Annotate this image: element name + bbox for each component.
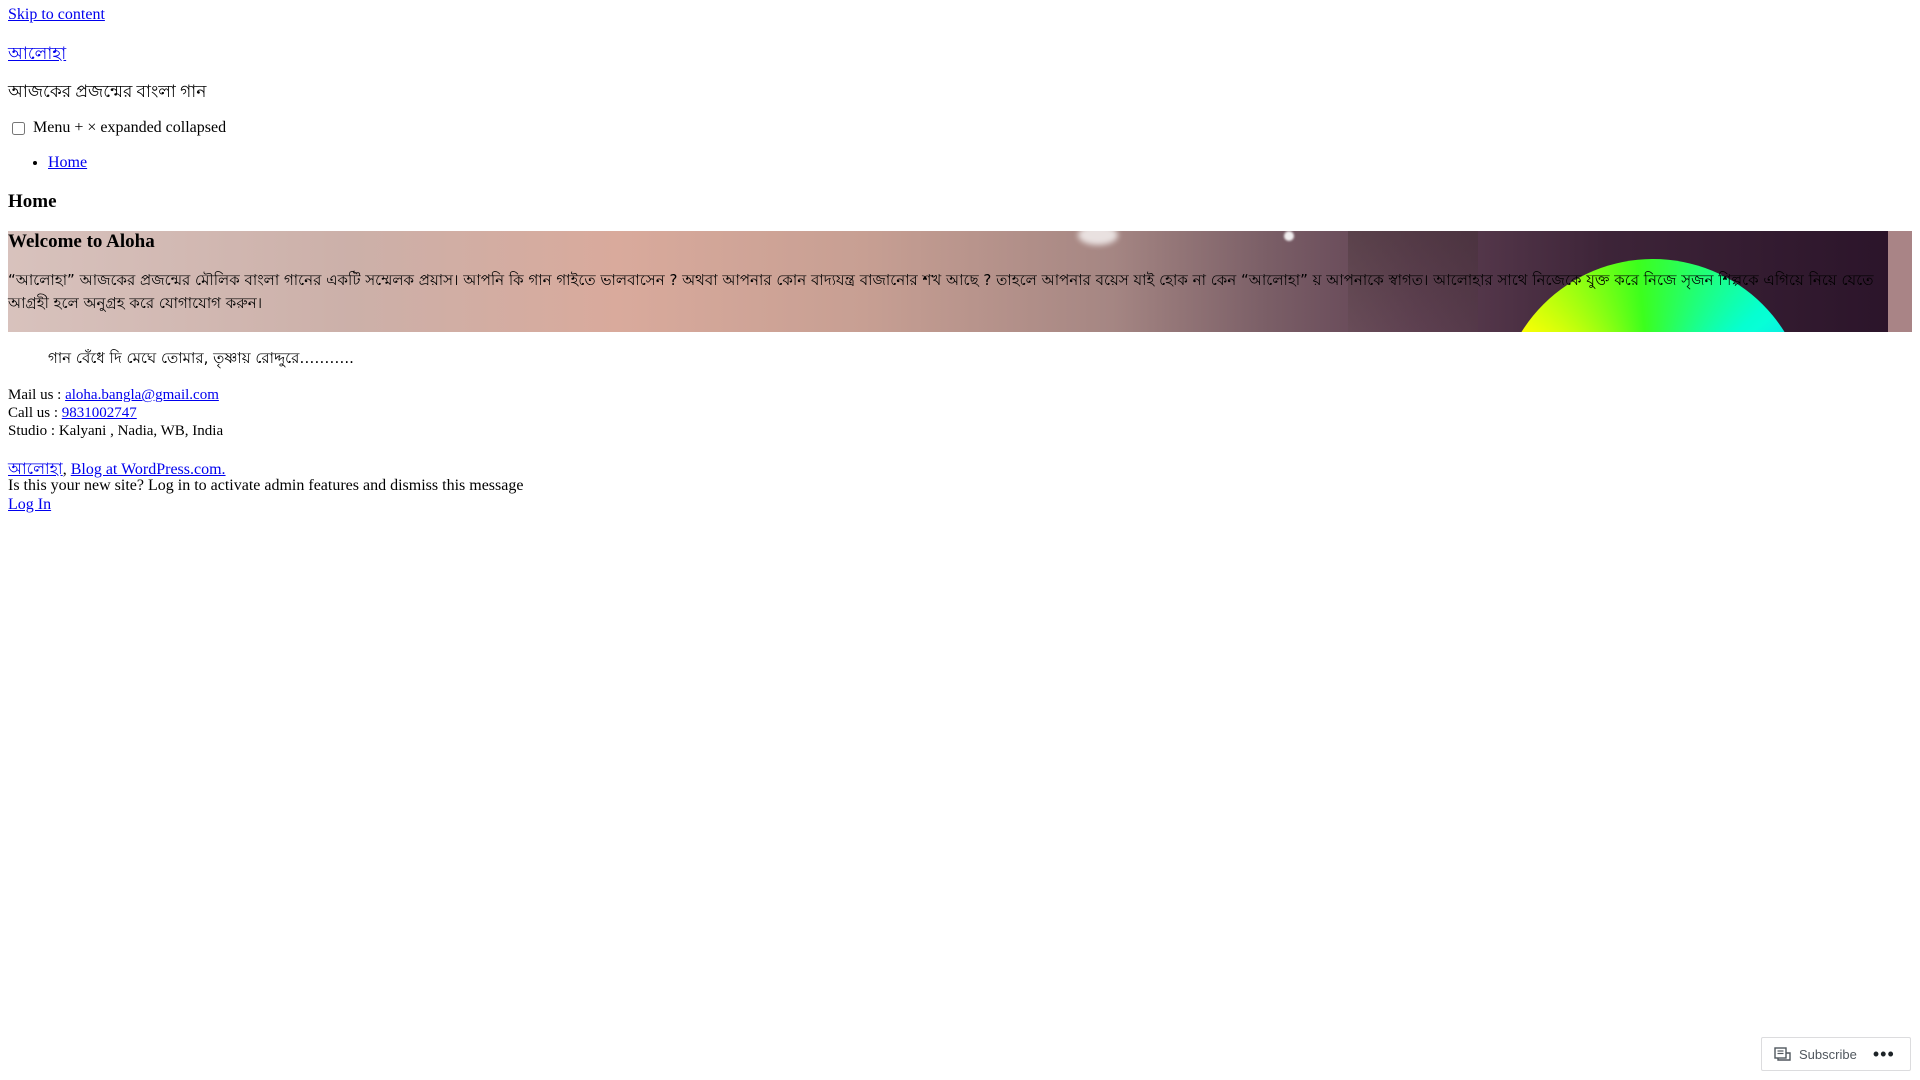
- hero-light-spot: [1284, 231, 1294, 241]
- page-title: Home: [8, 191, 57, 212]
- admin-notice: Is this your new site? Log in to activat…: [8, 477, 524, 494]
- site-title-link[interactable]: আলোহা: [8, 41, 66, 69]
- more-options-button[interactable]: •••: [1867, 1038, 1901, 1070]
- hero-heading: Welcome to Aloha: [8, 231, 155, 252]
- log-in-link[interactable]: Log In: [8, 496, 51, 514]
- phone-link[interactable]: 9831002747: [62, 405, 137, 421]
- mail-line: Mail us : aloha.bangla@gmail.com: [8, 386, 223, 404]
- call-line: Call us : 9831002747: [8, 404, 223, 422]
- footer-separator: ,: [62, 461, 71, 478]
- subscribe-button[interactable]: Subscribe: [1762, 1038, 1867, 1070]
- menu-toggle: Menu + × expanded collapsed: [8, 119, 226, 137]
- subscribe-label: Subscribe: [1799, 1046, 1857, 1062]
- studio-line: Studio : Kalyani , Nadia, WB, India: [8, 423, 224, 439]
- primary-navigation: Home: [48, 154, 87, 172]
- skip-to-content-link[interactable]: Skip to content: [8, 6, 105, 24]
- contact-block: Mail us : aloha.bangla@gmail.com Call us…: [8, 386, 223, 440]
- hero-light-spot: [1078, 231, 1118, 245]
- subscribe-action-bar: Subscribe •••: [1761, 1037, 1911, 1071]
- mail-label: Mail us :: [8, 387, 66, 403]
- menu-toggle-label[interactable]: Menu + × expanded collapsed: [33, 119, 226, 137]
- site-tagline: আজকের প্রজন্মের বাংলা গান: [8, 82, 207, 101]
- ellipsis-icon: •••: [1872, 1043, 1895, 1064]
- nav-link-home[interactable]: Home: [48, 154, 87, 171]
- hero-paragraph: “আলোহা” আজকের প্রজন্মের মৌলিক বাংলা গানে…: [8, 271, 1874, 312]
- quote-text: গান বেঁধে দি মেঘে তোমার, তৃষ্ণায় রোদ্দু…: [48, 349, 354, 367]
- call-label: Call us :: [8, 405, 62, 421]
- nav-item-home: Home: [48, 154, 87, 172]
- footer-site-link[interactable]: আলোহা: [8, 461, 63, 478]
- menu-toggle-checkbox[interactable]: [12, 121, 25, 135]
- mail-link[interactable]: aloha.bangla@gmail.com: [65, 387, 219, 403]
- reader-icon: [1774, 1047, 1791, 1061]
- wordpress-credit-link[interactable]: Blog at WordPress.com.: [71, 461, 226, 478]
